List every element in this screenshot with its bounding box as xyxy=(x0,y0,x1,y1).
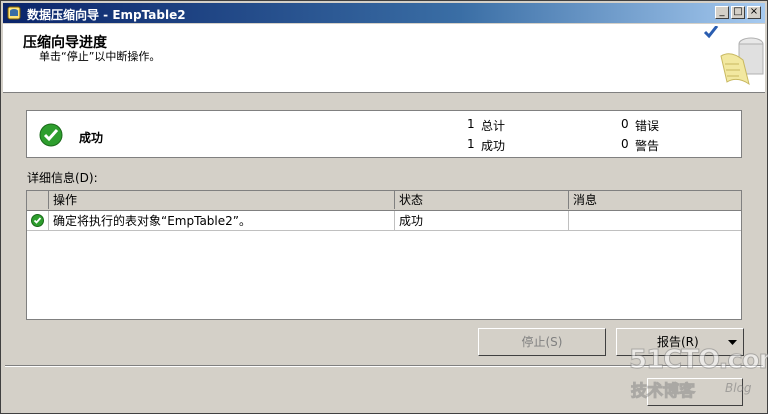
maximize-button[interactable]: □ xyxy=(731,6,745,19)
total-count: 1 xyxy=(467,117,475,131)
success-count: 1 xyxy=(467,137,475,151)
page-subtitle: 单击“停止”以中断操作。 xyxy=(39,50,161,63)
status-cell: 成功 xyxy=(395,211,569,231)
stop-button[interactable]: 停止(S) xyxy=(478,328,606,356)
minimize-button[interactable]: _ xyxy=(715,6,729,19)
watermark-line3: Blog xyxy=(725,381,752,395)
overall-status: 成功 xyxy=(79,131,104,145)
wizard-header: 压缩向导进度 单击“停止”以中断操作。 xyxy=(3,24,765,93)
window-title: 数据压缩向导 - EmpTable2 xyxy=(27,8,186,22)
success-check-icon xyxy=(31,214,44,227)
table-row[interactable]: 确定将执行的表对象“EmpTable2”。 成功 xyxy=(27,211,741,231)
details-grid[interactable]: 操作 状态 消息 确定将执行的表对象“EmpTable2”。 成功 xyxy=(26,190,742,320)
row-selector-header xyxy=(27,191,49,209)
grid-header: 操作 状态 消息 xyxy=(27,191,741,211)
success-label: 成功 xyxy=(481,139,506,153)
site-watermark: 51CTO.com 技术博客 Blog xyxy=(629,345,768,403)
message-cell xyxy=(569,211,741,231)
warning-label: 警告 xyxy=(635,139,660,153)
column-header-message[interactable]: 消息 xyxy=(569,191,741,209)
details-label: 详细信息(D): xyxy=(27,171,98,185)
action-cell: 确定将执行的表对象“EmpTable2”。 xyxy=(49,211,395,231)
close-button[interactable]: × xyxy=(747,6,761,19)
watermark-line2: 技术博客 xyxy=(630,381,696,401)
progress-summary: 成功 1 总计 1 成功 0 错误 0 警告 xyxy=(26,110,742,158)
error-label: 错误 xyxy=(635,119,660,133)
wizard-window: 数据压缩向导 - EmpTable2 _ □ × 压缩向导进度 单击“停止”以中… xyxy=(0,0,768,414)
wizard-scroll-icon xyxy=(703,26,764,86)
error-count: 0 xyxy=(621,117,629,131)
app-icon xyxy=(7,6,21,20)
success-check-icon xyxy=(39,123,63,147)
total-label: 总计 xyxy=(481,119,506,133)
warning-count: 0 xyxy=(621,137,629,151)
row-status-cell xyxy=(27,211,49,231)
column-header-action[interactable]: 操作 xyxy=(49,191,395,209)
title-bar[interactable]: 数据压缩向导 - EmpTable2 _ □ × xyxy=(3,3,765,23)
watermark-line1: 51CTO.com xyxy=(629,345,768,376)
column-header-status[interactable]: 状态 xyxy=(395,191,569,209)
